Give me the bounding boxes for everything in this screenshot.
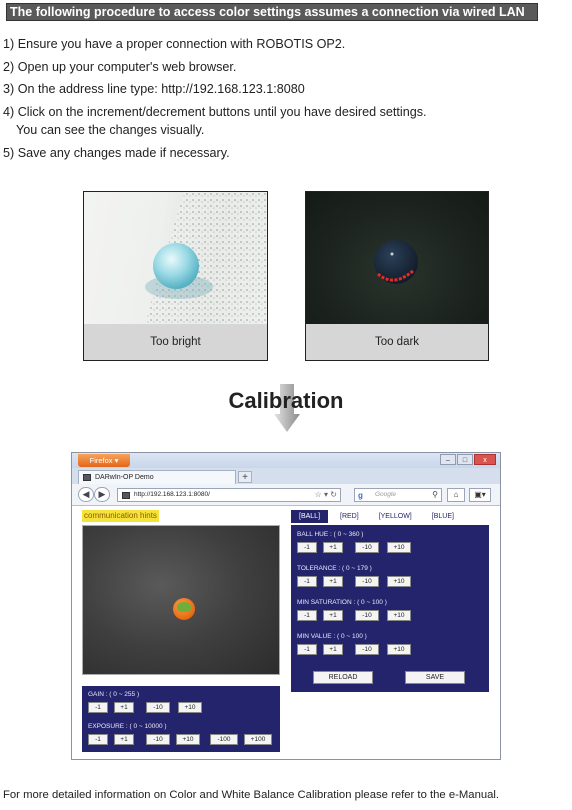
history-buttons: ◀ ▶ [78, 487, 110, 502]
back-arrow-icon[interactable]: ◀ [78, 487, 94, 502]
exposure-plus-10-button[interactable]: +10 [176, 734, 200, 745]
exposure-label: EXPOSURE : ( 0 ~ 10000 ) [88, 723, 167, 730]
step-3: 3) On the address line type: http://192.… [3, 82, 305, 96]
tab-red[interactable]: [RED] [332, 510, 367, 523]
exposure-minus-10-button[interactable]: -10 [146, 734, 170, 745]
saturation-minus-10-button[interactable]: -10 [355, 610, 379, 621]
tab-blue[interactable]: [BLUE] [424, 510, 462, 523]
too-bright-ball-photo [144, 192, 267, 324]
forward-arrow-icon[interactable]: ▶ [94, 487, 110, 502]
saturation-plus-10-button[interactable]: +10 [387, 610, 411, 621]
value-plus-1-button[interactable]: +1 [323, 644, 343, 655]
too-dark-example: Too dark [305, 191, 489, 361]
navigation-toolbar: ◀ ▶ http://192.168.123.1:8080/ ☆ ▾ ↻ g G… [72, 484, 500, 506]
bookmark-reload-icons[interactable]: ☆ ▾ ↻ [315, 489, 337, 501]
reload-button[interactable]: RELOAD [313, 671, 373, 684]
step-5: 5) Save any changes made if necessary. [3, 145, 230, 160]
gain-minus-1-button[interactable]: -1 [88, 702, 108, 713]
exposure-plus-100-button[interactable]: +100 [244, 734, 272, 745]
window-controls: – □ x [440, 454, 496, 465]
tolerance-minus-10-button[interactable]: -10 [355, 576, 379, 587]
browser-titlebar: Firefox ▾ – □ x [72, 453, 500, 468]
gain-label: GAIN : ( 0 ~ 255 ) [88, 691, 140, 698]
tab-darwin-op-demo[interactable]: DARwIn-OP Demo [78, 470, 236, 484]
too-dark-ball-photo [374, 240, 418, 284]
min-value-label: MIN VALUE : ( 0 ~ 100 ) [297, 633, 367, 640]
calibration-title: Calibration [228, 388, 344, 413]
page-favicon-icon [83, 474, 91, 481]
new-tab-button[interactable]: + [238, 471, 252, 483]
communication-hints-link[interactable]: communication hints [82, 510, 159, 522]
gain-plus-10-button[interactable]: +10 [178, 702, 202, 713]
hue-plus-1-button[interactable]: +1 [323, 542, 343, 553]
google-icon: g [358, 491, 363, 500]
save-button[interactable]: SAVE [405, 671, 465, 684]
footer-note: For more detailed information on Color a… [3, 789, 500, 801]
too-dark-image [306, 192, 488, 324]
step-1: 1) Ensure you have a proper connection w… [3, 37, 346, 51]
exposure-minus-1-button[interactable]: -1 [88, 734, 108, 745]
exposure-plus-1-button[interactable]: +1 [114, 734, 134, 745]
maximize-button[interactable]: □ [457, 454, 473, 465]
search-placeholder: Google [375, 491, 396, 498]
too-dark-caption: Too dark [306, 324, 488, 360]
menu-icon[interactable]: ▣▾ [469, 488, 491, 502]
too-bright-image [84, 192, 267, 324]
min-saturation-label: MIN SATURATION : ( 0 ~ 100 ) [297, 599, 387, 606]
hue-label: BALL HUE : ( 0 ~ 360 ) [297, 531, 364, 538]
gain-plus-1-button[interactable]: +1 [114, 702, 134, 713]
tab-title: DARwIn-OP Demo [95, 474, 154, 481]
firefox-menu-button[interactable]: Firefox ▾ [78, 454, 130, 467]
exposure-minus-100-button[interactable]: -100 [210, 734, 238, 745]
site-icon [122, 492, 130, 499]
tolerance-plus-10-button[interactable]: +10 [387, 576, 411, 587]
step-2: 2) Open up your computer's web browser. [3, 59, 237, 74]
tab-strip: DARwIn-OP Demo + [72, 468, 500, 484]
close-button[interactable]: x [474, 454, 496, 465]
ball-detected-region [177, 602, 191, 612]
hue-minus-10-button[interactable]: -10 [355, 542, 379, 553]
too-bright-caption: Too bright [84, 324, 267, 360]
hue-plus-10-button[interactable]: +10 [387, 542, 411, 553]
tolerance-minus-1-button[interactable]: -1 [297, 576, 317, 587]
section-header: The following procedure to access color … [6, 3, 538, 21]
home-icon[interactable]: ⌂ [447, 488, 465, 502]
gain-minus-10-button[interactable]: -10 [146, 702, 170, 713]
too-bright-example: Too bright [83, 191, 268, 361]
browser-window: Firefox ▾ – □ x DARwIn-OP Demo + ◀ ▶ htt… [71, 452, 501, 760]
tab-yellow[interactable]: [YELLOW] [371, 510, 420, 523]
minimize-button[interactable]: – [440, 454, 456, 465]
value-plus-10-button[interactable]: +10 [387, 644, 411, 655]
procedure-steps: 1) Ensure you have a proper connection w… [3, 33, 427, 164]
page-content: communication hints [BALL] [RED] [YELLOW… [72, 506, 500, 759]
saturation-plus-1-button[interactable]: +1 [323, 610, 343, 621]
camera-view [82, 525, 280, 675]
saturation-minus-1-button[interactable]: -1 [297, 610, 317, 621]
tab-ball[interactable]: [BALL] [291, 510, 329, 523]
search-input[interactable]: g Google ⚲ [354, 488, 442, 502]
search-icon[interactable]: ⚲ [432, 489, 438, 501]
tolerance-plus-1-button[interactable]: +1 [323, 576, 343, 587]
ball-settings-panel: BALL HUE : ( 0 ~ 360 ) -1 +1 -10 +10 TOL… [291, 525, 489, 692]
tolerance-label: TOLERANCE : ( 0 ~ 179 ) [297, 565, 372, 572]
address-url: http://192.168.123.1:8080/ [134, 491, 210, 498]
camera-settings-panel: GAIN : ( 0 ~ 255 ) -1 +1 -10 +10 EXPOSUR… [82, 686, 280, 752]
value-minus-1-button[interactable]: -1 [297, 644, 317, 655]
value-minus-10-button[interactable]: -10 [355, 644, 379, 655]
address-bar[interactable]: http://192.168.123.1:8080/ ☆ ▾ ↻ [117, 488, 341, 502]
hue-minus-1-button[interactable]: -1 [297, 542, 317, 553]
color-tabs: [BALL] [RED] [YELLOW] [BLUE] [291, 510, 462, 523]
